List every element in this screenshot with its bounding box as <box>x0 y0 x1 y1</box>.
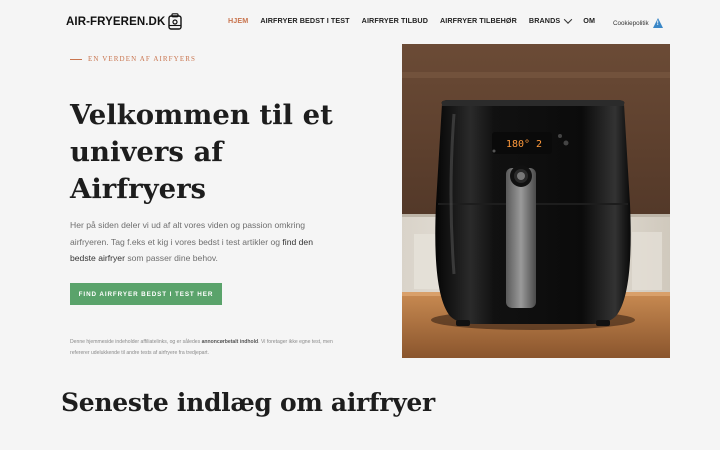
site-logo[interactable]: AIR-FRYEREN.DK <box>66 13 183 30</box>
nav-item-label: OM <box>583 16 596 25</box>
eyebrow-text: EN VERDEN AF AIRFYERS <box>88 55 196 63</box>
lead-text-1: Her på siden deler vi ud af alt vores vi… <box>70 220 306 247</box>
hero-lead: Her på siden deler vi ud af alt vores vi… <box>70 217 320 267</box>
warning-icon: ! <box>652 18 663 28</box>
disclaimer-bold: annoncørbetalt indhold <box>201 339 259 345</box>
nav-item-label: BRANDS <box>528 16 561 25</box>
site-header: AIR-FRYEREN.DK HJEM AIRFRYER BEDST I TES… <box>0 0 720 44</box>
main-nav: HJEM AIRFRYER BEDST I TEST AIRFRYER TILB… <box>228 14 607 25</box>
hero-headline: Velkommen til et univers af Airfryers <box>70 97 370 208</box>
nav-item-label: AIRFRYER TILBEHØR <box>440 16 517 25</box>
airfryer-hero-image: 180° 2 <box>402 44 670 358</box>
eyebrow-divider <box>70 58 82 60</box>
display-time: 2 <box>536 139 542 150</box>
nav-item-brands[interactable]: BRANDS <box>528 14 573 25</box>
cookie-policy-link[interactable]: Cookiepolitik ! <box>613 18 663 28</box>
airfryer-logo-icon <box>168 13 183 30</box>
airfryer-photo-illustration: 180° 2 <box>402 44 670 358</box>
nav-item-label: HJEM <box>228 16 249 25</box>
hero-eyebrow: EN VERDEN AF AIRFYERS <box>70 55 196 63</box>
affiliate-disclaimer: Denne hjemmeside indeholder affiliatelin… <box>70 337 340 358</box>
display-temperature: 180° <box>506 139 530 150</box>
nav-item-hjem[interactable]: HJEM <box>228 16 248 25</box>
nav-item-om[interactable]: OM <box>583 16 595 25</box>
nav-item-airfryer-tilbehoer[interactable]: AIRFRYER TILBEHØR <box>440 16 517 25</box>
section-title-latest-posts: Seneste indlæg om airfryer <box>61 388 435 417</box>
headline-line-2: univers af <box>70 136 224 168</box>
chevron-down-icon <box>564 14 573 24</box>
find-best-airfryer-button[interactable]: FIND AIRFRYER BEDST I TEST HER <box>70 283 222 305</box>
logo-text: AIR-FRYEREN.DK <box>66 15 166 28</box>
nav-item-airfryer-tilbud[interactable]: AIRFRYER TILBUD <box>362 16 428 25</box>
headline-line-1: Velkommen til et <box>70 99 333 131</box>
nav-item-airfryer-bedst-i-test[interactable]: AIRFRYER BEDST I TEST <box>260 16 349 25</box>
disclaimer-text-1: Denne hjemmeside indeholder affiliatelin… <box>70 339 202 345</box>
nav-item-label: AIRFRYER BEDST I TEST <box>260 16 350 25</box>
cookie-policy-label: Cookiepolitik <box>613 19 649 27</box>
headline-line-3: Airfryers <box>70 173 207 205</box>
lead-text-2: som passer dine behov. <box>124 253 218 263</box>
nav-item-label: AIRFRYER TILBUD <box>361 16 428 25</box>
